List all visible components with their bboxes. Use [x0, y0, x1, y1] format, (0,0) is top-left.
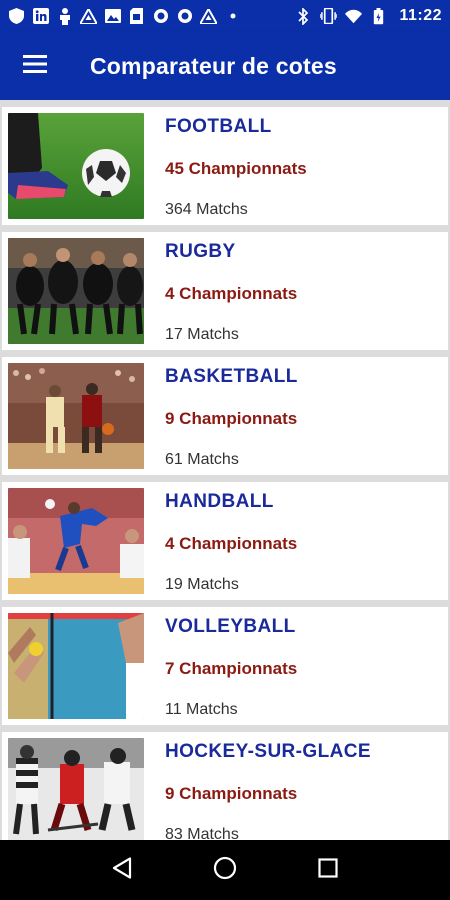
handball-image [8, 488, 144, 594]
sport-card-rugby[interactable]: RUGBY 4 Championnats 17 Matchs [2, 232, 448, 350]
drive-icon [200, 8, 217, 25]
sport-card-volleyball[interactable]: VOLLEYBALL 7 Championnats 11 Matchs [2, 607, 448, 725]
shield-icon [8, 8, 25, 25]
match-count: 19 Matchs [165, 576, 239, 593]
notification-icons [8, 7, 241, 25]
app-bar: Comparateur de cotes [0, 32, 450, 100]
football-image [8, 113, 144, 219]
sport-name: HANDBALL [165, 491, 274, 512]
back-icon [112, 856, 132, 884]
championship-count: 9 Championnats [165, 409, 298, 428]
menu-button[interactable] [0, 32, 70, 100]
status-bar: 11:22 [0, 0, 450, 32]
circle-icon [152, 8, 169, 25]
navigation-bar [0, 840, 450, 900]
volleyball-image [8, 613, 144, 719]
sport-name: HOCKEY-SUR-GLACE [165, 741, 371, 762]
clock: 11:22 [399, 7, 442, 24]
sd-icon [128, 8, 145, 25]
sport-name: FOOTBALL [165, 116, 272, 137]
championship-count: 4 Championnats [165, 284, 298, 303]
match-count: 17 Matchs [165, 326, 239, 343]
home-icon [213, 856, 237, 885]
app-title: Comparateur de cotes [90, 52, 337, 79]
match-count: 364 Matchs [165, 201, 248, 218]
sport-card-hockey[interactable]: HOCKEY-SUR-GLACE 9 Championnats 83 Match… [2, 732, 448, 840]
sport-name: RUGBY [165, 241, 236, 262]
circle-icon [176, 8, 193, 25]
rugby-image [8, 238, 144, 344]
sport-card-handball[interactable]: HANDBALL 4 Championnats 19 Matchs [2, 482, 448, 600]
battery-icon [370, 7, 387, 25]
match-count: 83 Matchs [165, 826, 239, 840]
sports-list[interactable]: FOOTBALL 45 Championnats 364 Matchs RUGB… [0, 100, 450, 840]
sport-card-football[interactable]: FOOTBALL 45 Championnats 364 Matchs [2, 107, 448, 225]
person-icon [56, 7, 73, 25]
championship-count: 9 Championnats [165, 784, 298, 803]
sport-name: BASKETBALL [165, 366, 298, 387]
hockey-image [8, 738, 144, 840]
championship-count: 4 Championnats [165, 534, 298, 553]
sport-card-basketball[interactable]: BASKETBALL 9 Championnats 61 Matchs [2, 357, 448, 475]
basketball-image [8, 363, 144, 469]
drive-icon [80, 8, 97, 25]
dots-icon [224, 8, 241, 25]
image-icon [104, 8, 121, 25]
sport-name: VOLLEYBALL [165, 616, 296, 637]
linkedin-icon [32, 8, 49, 25]
match-count: 61 Matchs [165, 451, 239, 468]
hamburger-icon [23, 54, 47, 78]
championship-count: 7 Championnats [165, 659, 298, 678]
system-icons: 11:22 [295, 7, 442, 25]
wifi-icon [345, 8, 363, 25]
home-button[interactable] [205, 850, 245, 890]
championship-count: 45 Championnats [165, 159, 307, 178]
recents-button[interactable] [308, 850, 348, 890]
back-button[interactable] [102, 850, 142, 890]
match-count: 11 Matchs [165, 701, 238, 718]
recents-icon [318, 857, 338, 883]
vibrate-icon [320, 8, 338, 25]
bluetooth-icon [295, 7, 312, 25]
